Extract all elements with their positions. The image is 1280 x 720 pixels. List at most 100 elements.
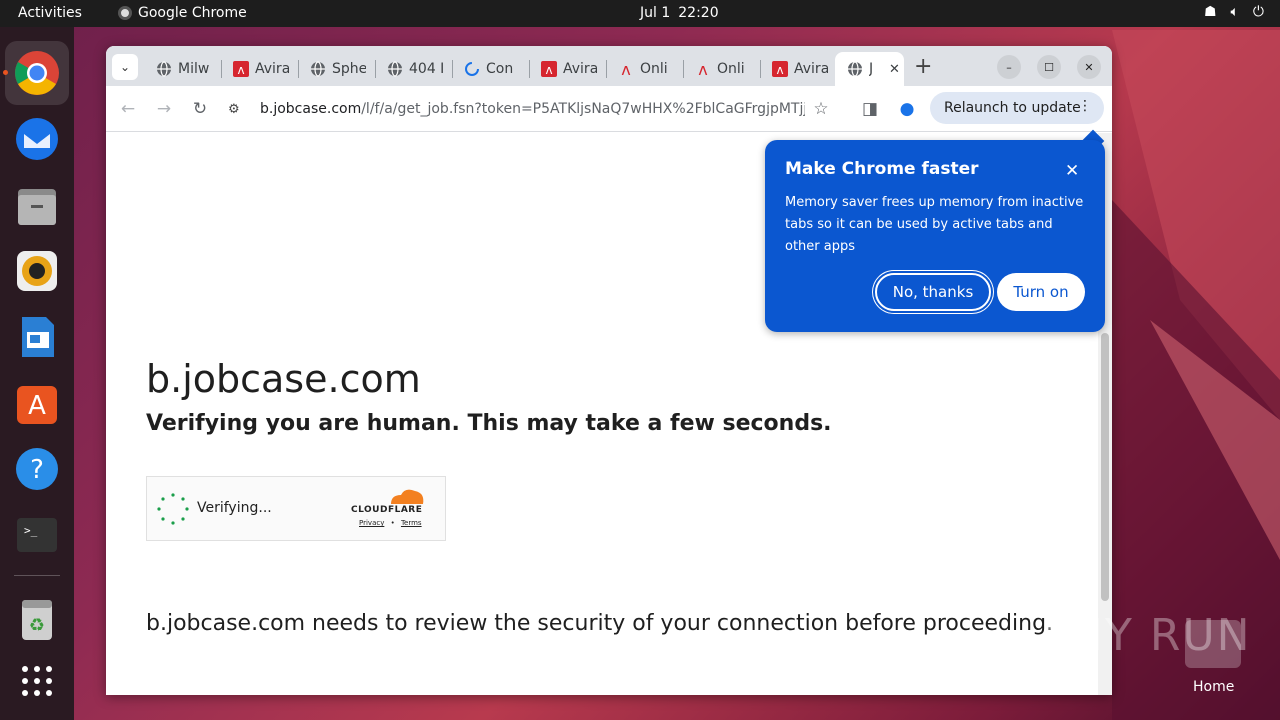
tab-0[interactable]: Milw <box>144 52 221 86</box>
turn-on-button[interactable]: Turn on <box>997 273 1085 311</box>
thunderbird-icon[interactable] <box>13 115 61 163</box>
avira-icon: ʌ <box>772 61 788 77</box>
address-bar[interactable]: ⚙ b.jobcase.com/l/f/a/get_job.fsn?token=… <box>220 93 842 125</box>
trash-icon[interactable]: ♻ <box>13 595 61 643</box>
dock: A ? >_ ♻ <box>0 27 74 720</box>
chevron-down-icon: ⌄ <box>119 60 131 74</box>
popup-body: Memory saver frees up memory from inacti… <box>785 195 1084 254</box>
terminal-icon[interactable]: >_ <box>13 511 61 559</box>
app-center-icon[interactable]: A <box>13 379 61 427</box>
app-grid-icon[interactable] <box>13 657 61 705</box>
tab-8[interactable]: ʌ Avira <box>760 52 837 86</box>
chrome-icon[interactable] <box>13 49 61 97</box>
home-folder-label: Home <box>1193 679 1235 695</box>
network-icon: ☗ <box>1203 4 1217 20</box>
terms-link[interactable]: Terms <box>401 519 422 527</box>
cloudflare-cloud-icon <box>391 489 424 504</box>
forward-arrow-icon: → <box>156 99 172 119</box>
tab-label: Milw <box>178 61 210 77</box>
minimize-icon: – <box>1006 60 1012 74</box>
tab-label: Onli <box>717 61 745 77</box>
avira-icon: ʌ <box>233 61 249 77</box>
tab-label: 404 I <box>409 61 443 77</box>
tab-label: Avira <box>794 61 828 77</box>
activities-button[interactable]: Activities <box>18 5 82 21</box>
help-icon[interactable]: ? <box>13 445 61 493</box>
tab-label: J <box>869 61 874 77</box>
site-info-icon[interactable]: ⚙ <box>228 102 246 117</box>
close-tab-icon[interactable]: ✕ <box>889 62 900 77</box>
tab-2[interactable]: Sphe <box>298 52 375 86</box>
maximize-icon: ☐ <box>1044 60 1054 74</box>
rhythmbox-icon[interactable] <box>13 247 61 295</box>
cloudflare-challenge-widget[interactable]: Verifying... CLOUDFLARE Privacy • Terms <box>146 476 446 541</box>
chrome-small-icon <box>118 6 132 20</box>
svg-text:♻: ♻ <box>29 615 45 636</box>
tab-label: Onli <box>640 61 668 77</box>
globe-icon <box>310 61 326 77</box>
relaunch-to-update-button[interactable]: Relaunch to update ⋮ <box>930 92 1104 124</box>
volume-icon: 🔈︎ <box>1230 4 1239 20</box>
tab-4[interactable]: Con <box>452 52 529 86</box>
files-icon[interactable] <box>13 182 61 230</box>
clock-date: Jul 1 <box>640 5 671 21</box>
tab-strip: ⌄ Milw ʌ Avira Sphe 404 I Con ʌ Avira ʌ … <box>106 46 1112 86</box>
tab-search-button[interactable]: ⌄ <box>112 54 138 80</box>
clock-time: 22:20 <box>678 5 719 21</box>
svg-text:>_: >_ <box>24 524 38 537</box>
svg-text:ʌ: ʌ <box>621 61 630 77</box>
close-icon: ✕ <box>1084 60 1094 74</box>
tab-9-active[interactable]: J ✕ <box>835 52 904 86</box>
svg-text:ʌ: ʌ <box>545 63 552 77</box>
tab-1[interactable]: ʌ Avira <box>221 52 298 86</box>
profile-button[interactable]: ● <box>896 98 918 120</box>
system-tray[interactable]: ☗ 🔈︎ ⏻ <box>1204 4 1264 20</box>
security-review-text: b.jobcase.com needs to review the securi… <box>146 611 1054 636</box>
bookmark-star-button[interactable]: ☆ <box>810 98 832 120</box>
avira-logo-icon: ʌ <box>695 61 711 77</box>
relaunch-label: Relaunch to update <box>944 100 1081 116</box>
tab-label: Avira <box>563 61 597 77</box>
clock[interactable]: Jul 1 22:20 <box>640 5 727 21</box>
globe-icon <box>156 61 172 77</box>
side-panel-button[interactable]: ◨ <box>859 98 881 120</box>
close-window-button[interactable]: ✕ <box>1077 55 1101 79</box>
app-menu[interactable]: Google Chrome <box>118 5 247 21</box>
svg-text:?: ? <box>30 455 44 485</box>
forward-button[interactable]: → <box>153 98 175 120</box>
privacy-link[interactable]: Privacy <box>359 519 384 527</box>
tab-7[interactable]: ʌ Onli <box>683 52 760 86</box>
tab-3[interactable]: 404 I <box>375 52 452 86</box>
side-panel-icon: ◨ <box>861 99 879 119</box>
writer-icon[interactable] <box>13 313 61 361</box>
close-icon: ✕ <box>1065 161 1080 181</box>
svg-text:ʌ: ʌ <box>776 63 783 77</box>
maximize-button[interactable]: ☐ <box>1037 55 1061 79</box>
reload-icon: ↻ <box>192 99 208 119</box>
globe-icon <box>387 61 403 77</box>
scrollbar-thumb[interactable] <box>1101 333 1109 601</box>
new-tab-button[interactable]: + <box>914 54 932 79</box>
tab-5[interactable]: ʌ Avira <box>529 52 606 86</box>
avira-icon: ʌ <box>541 61 557 77</box>
kebab-menu-icon[interactable]: ⋮ <box>1078 98 1092 114</box>
no-thanks-button[interactable]: No, thanks <box>875 273 991 311</box>
globe-icon <box>847 61 863 77</box>
popup-close-button[interactable]: ✕ <box>1065 161 1079 181</box>
back-arrow-icon: ← <box>120 99 136 119</box>
toolbar: ← → ↻ ⚙ b.jobcase.com/l/f/a/get_job.fsn?… <box>106 86 1112 132</box>
cloudflare-wordmark: CLOUDFLARE <box>351 505 423 515</box>
home-folder-icon[interactable] <box>1185 620 1241 668</box>
memory-saver-popup: Make Chrome faster ✕ Memory saver frees … <box>765 140 1105 332</box>
tab-6[interactable]: ʌ Onli <box>606 52 683 86</box>
link-separator: • <box>390 519 395 527</box>
minimize-button[interactable]: – <box>997 55 1021 79</box>
tab-label: Con <box>486 61 514 77</box>
loading-icon <box>464 61 480 77</box>
dock-running-indicator <box>3 70 8 75</box>
reload-button[interactable]: ↻ <box>189 98 211 120</box>
back-button[interactable]: ← <box>117 98 139 120</box>
page-title: b.jobcase.com <box>146 357 421 401</box>
star-icon: ☆ <box>813 99 829 119</box>
app-name: Google Chrome <box>138 5 247 21</box>
